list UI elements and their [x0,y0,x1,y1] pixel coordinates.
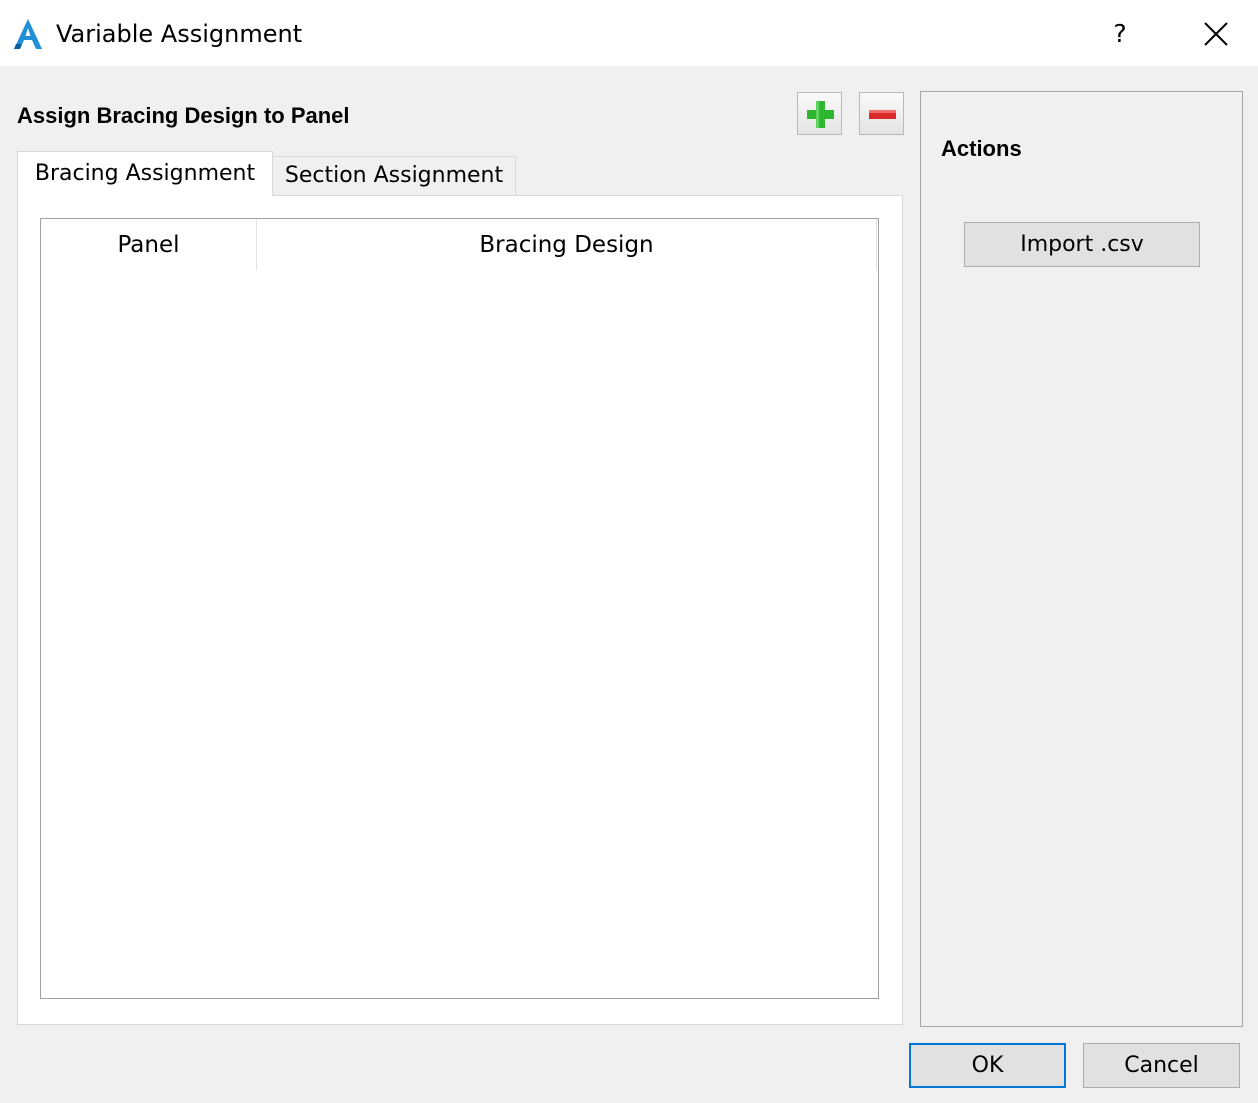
column-header-panel[interactable]: Panel [41,219,257,270]
window-title: Variable Assignment [56,20,303,48]
remove-row-button[interactable] [859,92,904,135]
plus-icon [807,101,834,128]
column-header-bracing-design[interactable]: Bracing Design [257,219,877,270]
close-icon [1204,22,1228,46]
title-bar: Variable Assignment ? [0,0,1258,66]
cancel-button[interactable]: Cancel [1083,1043,1240,1088]
section-title: Assign Bracing Design to Panel [17,103,350,128]
assignment-table[interactable]: Panel Bracing Design [40,218,879,999]
add-row-button[interactable] [797,92,842,135]
tab-bracing-assignment[interactable]: Bracing Assignment [17,151,273,196]
actions-title: Actions [941,136,1022,161]
app-logo-icon [14,19,42,49]
table-header: Panel Bracing Design [41,219,877,270]
help-button[interactable]: ? [1098,12,1142,56]
import-csv-button[interactable]: Import .csv [964,222,1200,267]
ok-button[interactable]: OK [909,1043,1066,1088]
close-button[interactable] [1194,12,1238,56]
minus-icon [869,110,896,119]
tab-section-assignment[interactable]: Section Assignment [272,156,516,196]
